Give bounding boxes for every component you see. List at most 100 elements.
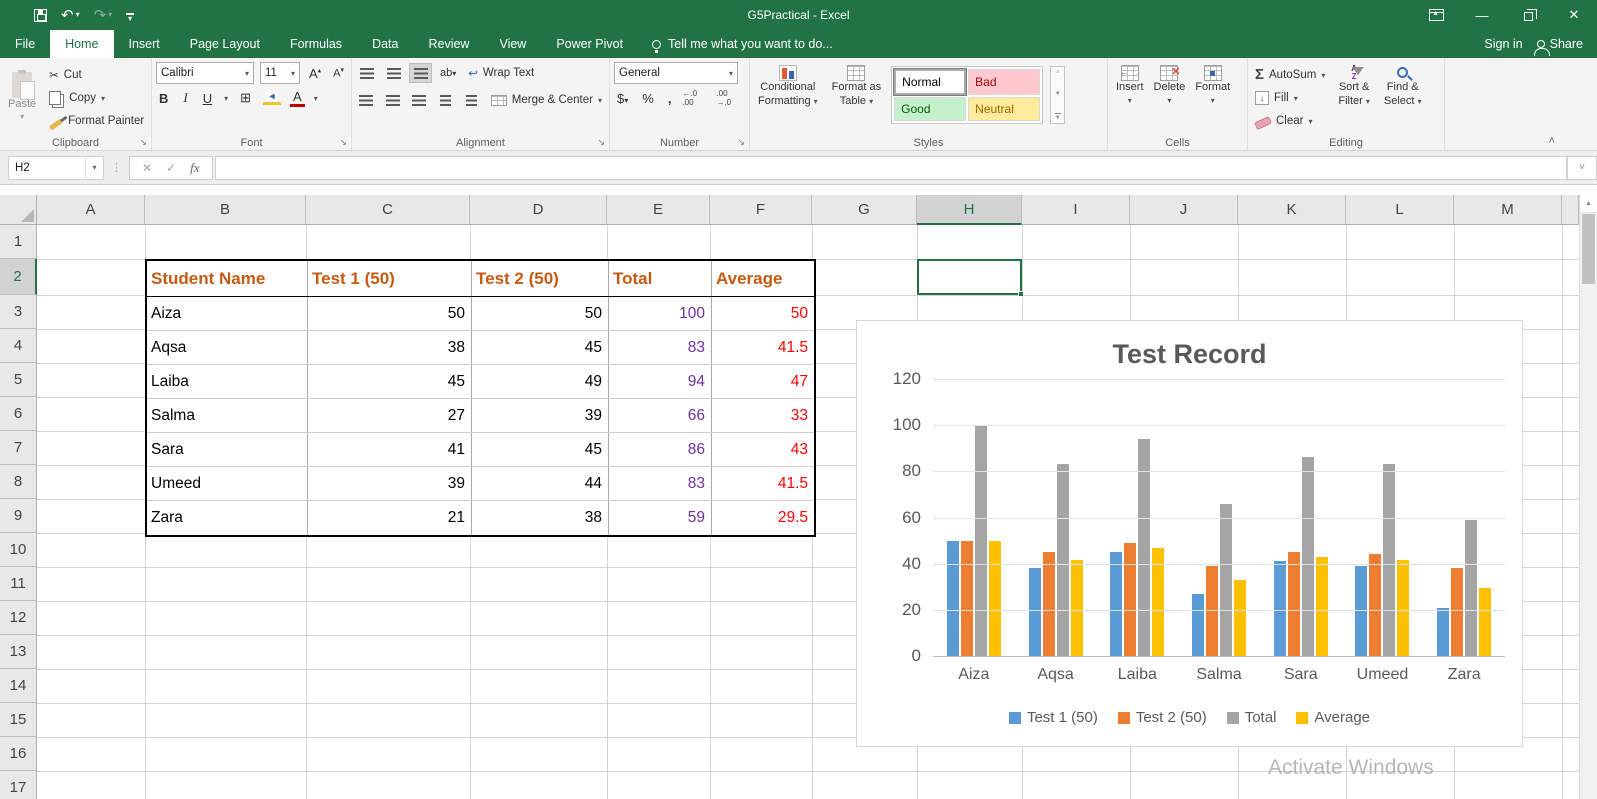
accounting-format-button[interactable]: $▾ [614, 91, 631, 106]
bar-average-salma[interactable] [1234, 580, 1246, 656]
column-header-B[interactable]: B [145, 195, 306, 225]
gallery-down-icon[interactable]: ▼ [1055, 91, 1061, 97]
tab-data[interactable]: Data [357, 30, 413, 58]
underline-button[interactable]: U [200, 91, 215, 106]
insert-cells-button[interactable]: Insert ▾ [1112, 62, 1148, 109]
name-box-dropdown-icon[interactable]: ▾ [85, 157, 103, 179]
row-header-5[interactable]: 5 [0, 363, 37, 397]
bar-test-2-(50)-aiza[interactable] [961, 541, 973, 656]
paste-button[interactable]: Paste ▾ [4, 69, 40, 126]
tab-home[interactable]: Home [50, 30, 113, 58]
shrink-font-button[interactable]: A▾ [330, 66, 347, 80]
bar-test-2-(50)-laiba[interactable] [1124, 543, 1136, 656]
table-cell[interactable]: 21 [308, 501, 472, 535]
tab-page-layout[interactable]: Page Layout [175, 30, 275, 58]
bar-test-2-(50)-sara[interactable] [1288, 552, 1300, 656]
redo-button[interactable]: ↷▾ [94, 8, 113, 23]
gallery-more-icon[interactable]: ▼ [1055, 113, 1061, 121]
format-painter-button[interactable]: Format Painter [46, 110, 147, 132]
bar-test-1-(50)-aiza[interactable] [947, 541, 959, 656]
column-header-I[interactable]: I [1022, 195, 1130, 225]
bar-test-2-(50)-salma[interactable] [1206, 566, 1218, 656]
font-family-select[interactable]: Calibri▾ [156, 62, 254, 84]
table-header-cell[interactable]: Student Name [147, 261, 308, 296]
bar-test-2-(50)-umeed[interactable] [1369, 554, 1381, 656]
row-header-10[interactable]: 10 [0, 533, 37, 567]
column-header-L[interactable]: L [1346, 195, 1454, 225]
name-box[interactable]: H2 ▾ [8, 156, 104, 180]
legend-item[interactable]: Total [1227, 709, 1277, 726]
table-cell[interactable]: 41.5 [712, 467, 814, 500]
table-cell[interactable]: 44 [472, 467, 609, 500]
customize-qat-button[interactable]: ▾ [126, 10, 134, 20]
scroll-up-button[interactable]: ▲ [1580, 195, 1597, 213]
tab-view[interactable]: View [484, 30, 541, 58]
align-left-button[interactable] [356, 91, 376, 109]
increase-decimal-button[interactable]: ←.0 .00 [682, 89, 708, 107]
column-header-M[interactable]: M [1454, 195, 1562, 225]
decrease-indent-button[interactable] [435, 91, 455, 109]
table-cell[interactable]: 29.5 [712, 501, 814, 535]
selected-cell[interactable] [917, 259, 1022, 295]
row-header-15[interactable]: 15 [0, 703, 37, 737]
bar-test-1-(50)-salma[interactable] [1192, 594, 1204, 656]
row-header-16[interactable]: 16 [0, 737, 37, 771]
table-header-cell[interactable]: Test 2 (50) [472, 261, 609, 296]
close-button[interactable]: ✕ [1551, 0, 1597, 30]
merge-center-button[interactable]: Merge & Center▾ [488, 89, 605, 111]
italic-button[interactable]: I [180, 90, 190, 106]
row-header-2[interactable]: 2 [0, 259, 37, 295]
insert-function-icon[interactable]: fx [190, 160, 199, 176]
table-cell[interactable]: 100 [609, 297, 712, 330]
bottom-align-button[interactable] [410, 64, 431, 82]
row-header-17[interactable]: 17 [0, 771, 37, 799]
row-header-7[interactable]: 7 [0, 431, 37, 465]
table-cell[interactable]: 41.5 [712, 331, 814, 364]
top-align-button[interactable] [356, 64, 377, 82]
table-cell[interactable]: 38 [308, 331, 472, 364]
row-header-1[interactable]: 1 [0, 225, 37, 259]
table-cell[interactable]: 50 [472, 297, 609, 330]
table-header-cell[interactable]: Average [712, 261, 814, 296]
ribbon-display-options-button[interactable] [1413, 0, 1459, 30]
bold-button[interactable]: B [156, 91, 171, 106]
table-cell[interactable]: 50 [308, 297, 472, 330]
column-header-E[interactable]: E [607, 195, 710, 225]
align-right-button[interactable] [409, 91, 429, 109]
bar-average-aqsa[interactable] [1071, 560, 1083, 656]
column-header-C[interactable]: C [306, 195, 470, 225]
font-size-select[interactable]: 11▾ [260, 62, 300, 84]
column-header-J[interactable]: J [1130, 195, 1238, 225]
column-header-F[interactable]: F [710, 195, 812, 225]
table-cell[interactable]: 43 [712, 433, 814, 466]
bar-test-1-(50)-sara[interactable] [1274, 561, 1286, 656]
tab-insert[interactable]: Insert [114, 30, 175, 58]
conditional-formatting-button[interactable]: Conditional Formatting ▾ [754, 62, 822, 112]
bar-total-sara[interactable] [1302, 457, 1314, 656]
row-header-11[interactable]: 11 [0, 567, 37, 601]
bar-test-1-(50)-aqsa[interactable] [1029, 568, 1041, 656]
gallery-up-icon[interactable]: ▲ [1055, 69, 1061, 75]
underline-dropdown[interactable]: ▾ [224, 94, 228, 103]
table-cell[interactable]: 83 [609, 467, 712, 500]
row-header-4[interactable]: 4 [0, 329, 37, 363]
sort-filter-button[interactable]: AZ Sort & Filter ▾ [1334, 62, 1374, 112]
cell-style-normal[interactable]: Normal [894, 69, 966, 95]
number-dialog-launcher[interactable]: ↘ [737, 137, 745, 148]
table-cell[interactable]: 45 [308, 365, 472, 398]
fill-color-button[interactable]: ◂ [263, 92, 281, 105]
cell-style-neutral[interactable]: Neutral [968, 97, 1040, 121]
tab-file[interactable]: File [0, 30, 50, 58]
enter-icon[interactable]: ✓ [166, 161, 176, 175]
table-cell[interactable]: 27 [308, 399, 472, 432]
bar-total-aqsa[interactable] [1057, 464, 1069, 656]
formula-bar-expand-icon[interactable]: ˅ [1567, 156, 1597, 180]
cancel-icon[interactable]: ✕ [142, 161, 152, 175]
bar-test-1-(50)-laiba[interactable] [1110, 552, 1122, 656]
column-header-A[interactable]: A [37, 195, 145, 225]
row-header-13[interactable]: 13 [0, 635, 37, 669]
bar-total-umeed[interactable] [1383, 464, 1395, 656]
table-cell[interactable]: 33 [712, 399, 814, 432]
cell-style-good[interactable]: Good [894, 97, 966, 121]
copy-button[interactable]: Copy▾ [46, 87, 147, 109]
